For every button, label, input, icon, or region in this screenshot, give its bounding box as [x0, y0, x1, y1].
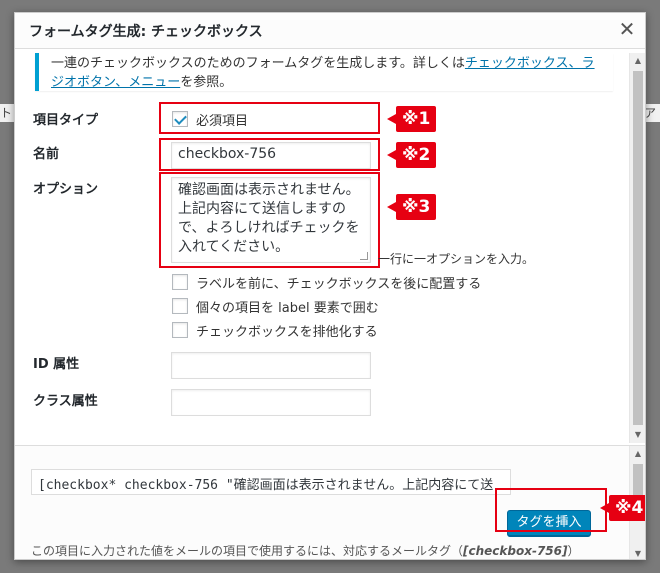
use-label-element-row[interactable]: 個々の項目を label 要素で囲む [172, 297, 379, 316]
highlight-box-1 [159, 102, 380, 134]
use-label-element-label: 個々の項目を label 要素で囲む [196, 300, 379, 316]
background-page-fragment-left: ト [0, 104, 14, 122]
options-hint: 一行に一オプションを入力。 [378, 252, 535, 266]
highlight-box-3 [159, 172, 380, 268]
mail-tag: [checkbox-756] [463, 544, 568, 558]
class-input[interactable] [171, 389, 371, 416]
name-label: 名前 [33, 147, 60, 162]
item-type-label: 項目タイプ [33, 113, 99, 128]
tag-generator-dialog: フォームタグ生成: チェックボックス ✕ 一連のチェックボックスのためのフォーム… [14, 12, 646, 560]
label-first-row[interactable]: ラベルを前に、チェックボックスを後に配置する [172, 273, 482, 292]
dialog-titlebar: フォームタグ生成: チェックボックス ✕ [15, 13, 645, 49]
content-scrollbar[interactable]: ▲ ▼ [629, 53, 645, 443]
class-label: クラス属性 [33, 394, 98, 409]
dialog-title: フォームタグ生成: チェックボックス [29, 24, 263, 40]
exclusive-label: チェックボックスを排他化する [196, 324, 378, 340]
options-label: オプション [33, 182, 99, 197]
exclusive-row[interactable]: チェックボックスを排他化する [172, 321, 378, 340]
id-label: ID 属性 [33, 357, 80, 372]
exclusive-checkbox[interactable] [172, 322, 188, 338]
scroll-down-icon[interactable]: ▼ [630, 427, 645, 443]
mail-tag-note: この項目に入力された値をメールの項目で使用するには、対応するメールタグ（[che… [31, 544, 580, 558]
scroll-thumb[interactable] [633, 71, 643, 425]
close-icon[interactable]: ✕ [617, 19, 637, 39]
marker-3: ※3 [386, 194, 437, 220]
tag-output-field[interactable]: [checkbox* checkbox-756 "確認画面は表示されません。上記… [31, 469, 511, 495]
marker-1: ※1 [386, 106, 437, 132]
marker-4: ※4 [599, 495, 645, 521]
label-first-checkbox[interactable] [172, 274, 188, 290]
footer-scroll-down-icon[interactable]: ▼ [630, 546, 645, 559]
footer-scroll-up-icon[interactable]: ▲ [630, 446, 645, 462]
label-first-label: ラベルを前に、チェックボックスを後に配置する [196, 276, 482, 292]
notice-text-end: を参照。 [180, 75, 233, 90]
marker-2: ※2 [386, 142, 437, 168]
notice-text: 一連のチェックボックスのためのフォームタグを生成します。詳しくは [51, 56, 465, 71]
highlight-box-2 [159, 138, 380, 171]
description-notice: 一連のチェックボックスのためのフォームタグを生成します。詳しくはチェックボックス… [35, 53, 613, 91]
background-page-fragment-right: ア [644, 104, 660, 122]
id-input[interactable] [171, 352, 371, 379]
scroll-up-icon[interactable]: ▲ [630, 53, 645, 69]
highlight-box-4 [495, 488, 607, 532]
use-label-element-checkbox[interactable] [172, 298, 188, 314]
